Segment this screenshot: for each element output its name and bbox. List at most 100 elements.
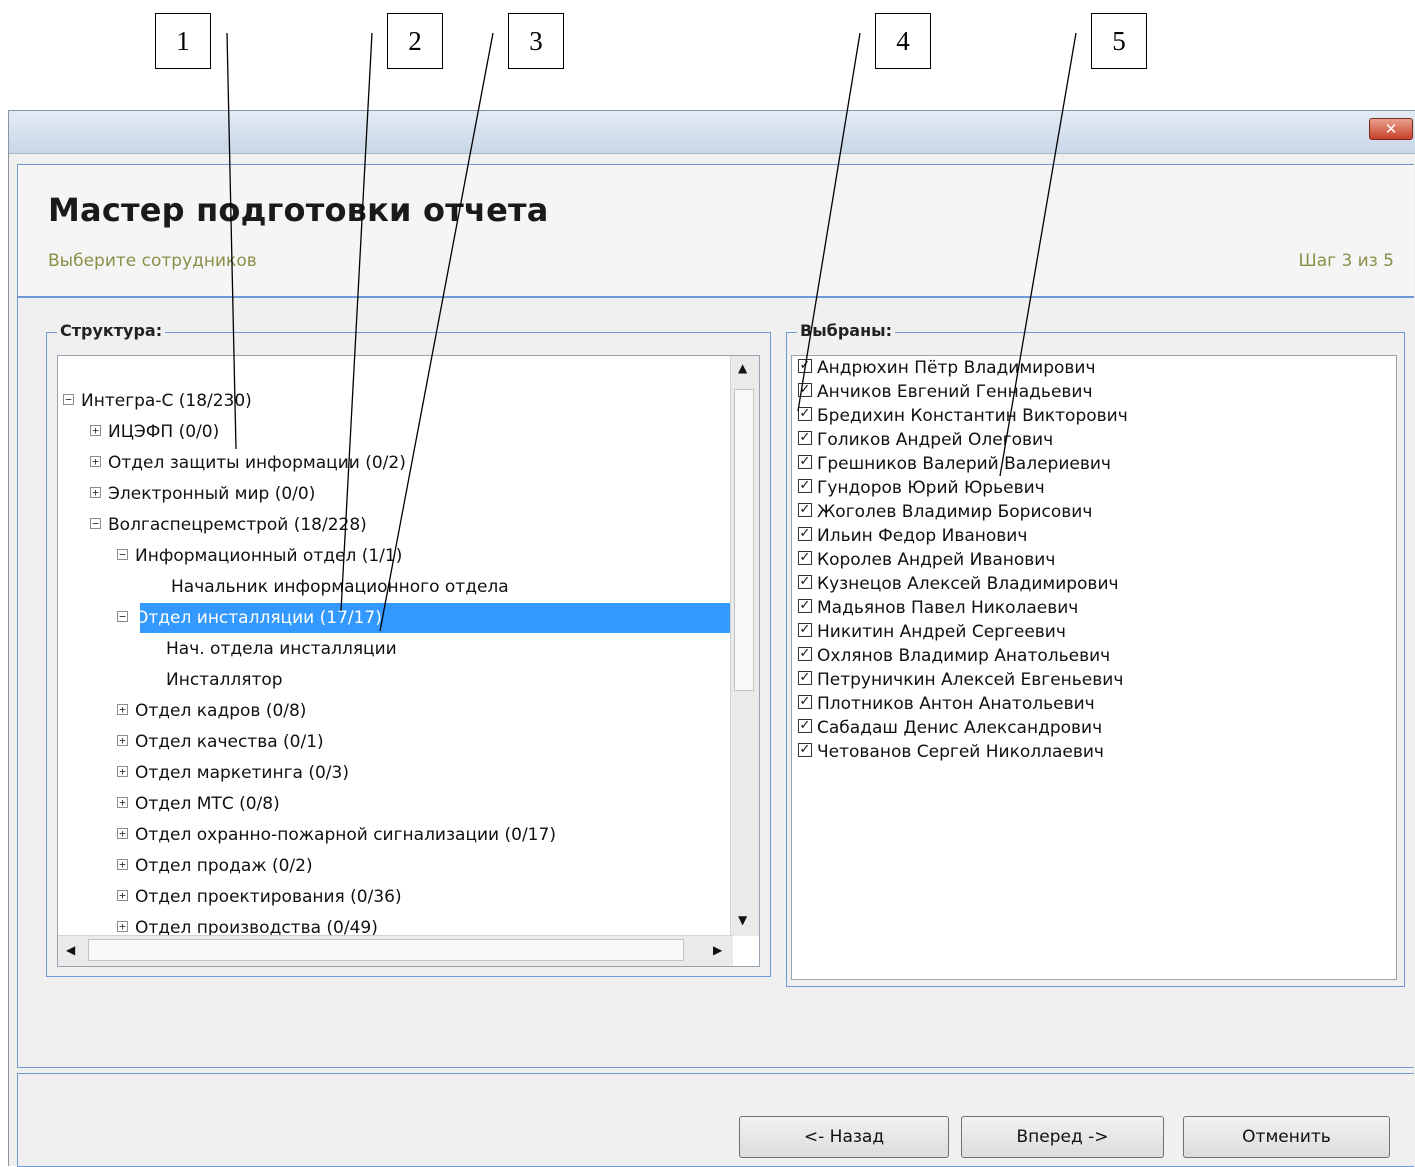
collapse-icon[interactable]: −	[90, 518, 101, 529]
employee-name: Никитин Андрей Сергеевич	[817, 622, 1066, 642]
checkbox-checked-icon[interactable]: ✓	[798, 407, 812, 421]
close-icon: ✕	[1384, 120, 1398, 138]
collapse-icon[interactable]: −	[117, 549, 128, 560]
tree-node-volgaspecremstroy[interactable]: − Волгаспецремстрой (18/228)	[90, 510, 370, 540]
structure-tree[interactable]: − Интегра-С (18/230) + ИЦЭФП (0/0) + Отд…	[57, 355, 760, 967]
tree-node-label: Интегра-С (18/230)	[81, 391, 252, 411]
expand-icon[interactable]: +	[117, 704, 128, 715]
expand-icon[interactable]: +	[117, 766, 128, 777]
employee-row[interactable]: ✓ Охлянов Владимир Анатольевич	[798, 644, 1110, 668]
callout-4: 4	[875, 13, 931, 69]
employee-row[interactable]: ✓ Грешников Валерий Валериевич	[798, 452, 1111, 476]
back-button[interactable]: <- Назад	[739, 1116, 949, 1158]
selected-employees-list[interactable]: ✓ Андрюхин Пётр Владимирович ✓ Анчиков Евг…	[791, 355, 1397, 980]
checkbox-checked-icon[interactable]: ✓	[798, 743, 812, 757]
scroll-left-icon[interactable]: ◀	[66, 943, 75, 957]
tree-node-label: Отдел защиты информации (0/2)	[108, 453, 406, 473]
employee-name: Анчиков Евгений Геннадьевич	[817, 382, 1093, 402]
employee-row[interactable]: ✓ Гундоров Юрий Юрьевич	[798, 476, 1045, 500]
scroll-right-icon[interactable]: ▶	[713, 943, 722, 957]
checkbox-checked-icon[interactable]: ✓	[798, 695, 812, 709]
checkbox-checked-icon[interactable]: ✓	[798, 527, 812, 541]
checkbox-checked-icon[interactable]: ✓	[798, 359, 812, 373]
wizard-title: Мастер подготовки отчета	[48, 191, 549, 229]
expand-icon[interactable]: +	[117, 797, 128, 808]
tree-node-icefp[interactable]: + ИЦЭФП (0/0)	[90, 417, 222, 447]
tree-node-design-dept[interactable]: + Отдел проектирования (0/36)	[117, 882, 405, 912]
tree-node-security-dept[interactable]: + Отдел защиты информации (0/2)	[90, 448, 409, 478]
structure-groupbox: Структура: − Интегра-С (18/230) + ИЦЭФП …	[46, 321, 771, 977]
scroll-up-icon[interactable]: ▲	[738, 361, 747, 375]
horizontal-scroll-thumb[interactable]	[88, 939, 684, 961]
expand-icon[interactable]: +	[117, 828, 128, 839]
employee-row[interactable]: ✓ Сабадаш Денис Александрович	[798, 716, 1102, 740]
checkbox-checked-icon[interactable]: ✓	[798, 455, 812, 469]
tree-node-installation-dept[interactable]: − Отдел инсталляции (17/17)	[117, 603, 385, 633]
checkbox-checked-icon[interactable]: ✓	[798, 383, 812, 397]
callout-2: 2	[387, 13, 443, 69]
tree-node-sales-dept[interactable]: + Отдел продаж (0/2)	[117, 851, 316, 881]
expand-icon[interactable]: +	[90, 487, 101, 498]
tree-node-info-dept-head[interactable]: Начальник информационного отдела	[168, 572, 512, 602]
expand-icon[interactable]: +	[117, 921, 128, 932]
selected-legend: Выбраны:	[797, 321, 896, 341]
checkbox-checked-icon[interactable]: ✓	[798, 503, 812, 517]
expand-icon[interactable]: +	[117, 859, 128, 870]
employee-row[interactable]: ✓ Кузнецов Алексей Владимирович	[798, 572, 1119, 596]
employee-row[interactable]: ✓ Андрюхин Пётр Владимирович	[798, 356, 1096, 380]
expand-icon[interactable]: +	[117, 890, 128, 901]
employee-row[interactable]: ✓ Голиков Андрей Олегович	[798, 428, 1053, 452]
wizard-header: Мастер подготовки отчета Выберите сотруд…	[17, 164, 1414, 297]
tree-node-marketing-dept[interactable]: + Отдел маркетинга (0/3)	[117, 758, 352, 788]
tree-node-fire-alarm-dept[interactable]: + Отдел охранно-пожарной сигнализации (0…	[117, 820, 559, 850]
employee-row[interactable]: ✓ Анчиков Евгений Геннадьевич	[798, 380, 1093, 404]
tree-node-integra[interactable]: − Интегра-С (18/230)	[63, 386, 255, 416]
checkbox-checked-icon[interactable]: ✓	[798, 551, 812, 565]
scroll-down-icon[interactable]: ▼	[738, 913, 747, 927]
close-button[interactable]: ✕	[1369, 118, 1413, 140]
expand-icon[interactable]: +	[90, 456, 101, 467]
tree-node-mts-dept[interactable]: + Отдел МТС (0/8)	[117, 789, 283, 819]
employee-row[interactable]: ✓ Петруничкин Алексей Евгеньевич	[798, 668, 1123, 692]
tree-node-hr-dept[interactable]: + Отдел кадров (0/8)	[117, 696, 309, 726]
tree-node-electronic-world[interactable]: + Электронный мир (0/0)	[90, 479, 318, 509]
vertical-scrollbar[interactable]: ▲ ▼	[730, 356, 759, 936]
tree-node-installation-head[interactable]: Нач. отдела инсталляции	[163, 634, 400, 664]
checkbox-checked-icon[interactable]: ✓	[798, 575, 812, 589]
employee-row[interactable]: ✓ Никитин Андрей Сергеевич	[798, 620, 1066, 644]
tree-node-info-dept[interactable]: − Информационный отдел (1/1)	[117, 541, 405, 571]
tree-node-quality-dept[interactable]: + Отдел качества (0/1)	[117, 727, 327, 757]
employee-row[interactable]: ✓ Ильин Федор Иванович	[798, 524, 1027, 548]
checkbox-checked-icon[interactable]: ✓	[798, 599, 812, 613]
tree-node-label: Информационный отдел (1/1)	[135, 546, 403, 566]
wizard-subtitle: Выберите сотрудников	[48, 251, 257, 271]
checkbox-checked-icon[interactable]: ✓	[798, 479, 812, 493]
employee-row[interactable]: ✓ Королев Андрей Иванович	[798, 548, 1055, 572]
wizard-footer: <- Назад Вперед -> Отменить	[17, 1073, 1414, 1167]
expand-icon[interactable]: +	[90, 425, 101, 436]
collapse-icon[interactable]: −	[63, 394, 74, 405]
checkbox-checked-icon[interactable]: ✓	[798, 647, 812, 661]
wizard-step-indicator: Шаг 3 из 5	[1298, 251, 1394, 271]
horizontal-scrollbar[interactable]: ◀ ▶	[58, 935, 733, 966]
vertical-scroll-thumb[interactable]	[734, 389, 754, 691]
collapse-icon[interactable]: −	[117, 611, 128, 622]
tree-node-installer[interactable]: Инсталлятор	[163, 665, 286, 695]
checkbox-checked-icon[interactable]: ✓	[798, 623, 812, 637]
expand-icon[interactable]: +	[117, 735, 128, 746]
employee-name: Охлянов Владимир Анатольевич	[817, 646, 1111, 666]
tree-node-label: Отдел МТС (0/8)	[135, 794, 280, 814]
checkbox-checked-icon[interactable]: ✓	[798, 671, 812, 685]
employee-name: Мадьянов Павел Николаевич	[817, 598, 1079, 618]
employee-name: Кузнецов Алексей Владимирович	[817, 574, 1119, 594]
checkbox-checked-icon[interactable]: ✓	[798, 719, 812, 733]
employee-row[interactable]: ✓ Бредихин Константин Викторович	[798, 404, 1128, 428]
checkbox-checked-icon[interactable]: ✓	[798, 431, 812, 445]
employee-row[interactable]: ✓ Четованов Сергей Николлаевич	[798, 740, 1104, 764]
employee-row[interactable]: ✓ Мадьянов Павел Николаевич	[798, 596, 1078, 620]
employee-row[interactable]: ✓ Плотников Антон Анатольевич	[798, 692, 1095, 716]
cancel-button[interactable]: Отменить	[1183, 1116, 1390, 1158]
employee-row[interactable]: ✓ Жоголев Владимир Борисович	[798, 500, 1092, 524]
employee-name: Гундоров Юрий Юрьевич	[817, 478, 1045, 498]
next-button[interactable]: Вперед ->	[961, 1116, 1164, 1158]
